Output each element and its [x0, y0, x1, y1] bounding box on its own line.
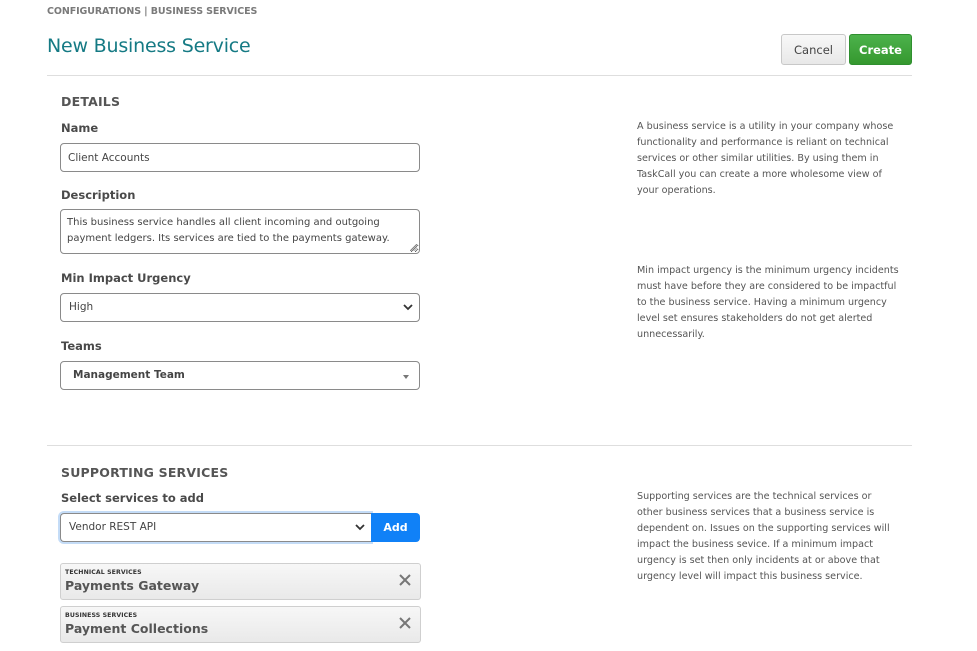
section-divider: [47, 445, 912, 446]
add-service-button[interactable]: Add: [371, 513, 420, 542]
chevron-down-icon: [403, 304, 413, 311]
name-label: Name: [61, 121, 99, 135]
close-icon[interactable]: [398, 573, 412, 587]
urgency-select[interactable]: High: [60, 293, 420, 322]
name-input-value: Client Accounts: [68, 151, 150, 164]
supporting-section-title: SUPPORTING SERVICES: [61, 465, 229, 480]
details-section-title: DETAILS: [61, 94, 121, 109]
description-label: Description: [61, 188, 136, 202]
teams-select[interactable]: Management Team: [60, 361, 420, 390]
create-button[interactable]: Create: [849, 34, 912, 65]
supporting-service-item: TECHNICAL SERVICES Payments Gateway: [60, 563, 421, 600]
chevron-down-icon: [355, 524, 365, 531]
business-service-help-text: A business service is a utility in your …: [637, 121, 894, 196]
urgency-select-value: High: [69, 301, 94, 313]
teams-label: Teams: [61, 339, 102, 353]
close-icon[interactable]: [398, 616, 412, 630]
service-name: Payment Collections: [65, 621, 209, 636]
supporting-service-item: BUSINESS SERVICES Payment Collections: [60, 606, 421, 643]
name-input[interactable]: Client Accounts: [60, 143, 420, 172]
service-type-label: BUSINESS SERVICES: [65, 612, 138, 619]
services-select[interactable]: Vendor REST API: [60, 513, 371, 542]
page-title: New Business Service: [47, 35, 251, 57]
resize-grip-icon[interactable]: [410, 244, 417, 251]
caret-down-icon: [403, 375, 409, 379]
service-name: Payments Gateway: [65, 578, 200, 593]
breadcrumb: CONFIGURATIONS | BUSINESS SERVICES: [47, 6, 258, 17]
service-type-label: TECHNICAL SERVICES: [65, 569, 142, 576]
urgency-help-text: Min impact urgency is the minimum urgenc…: [637, 265, 899, 340]
supporting-help-text: Supporting services are the technical se…: [637, 491, 890, 582]
urgency-label: Min Impact Urgency: [61, 271, 191, 285]
description-textarea[interactable]: This business service handles all client…: [60, 209, 420, 254]
services-select-value: Vendor REST API: [69, 521, 157, 533]
cancel-button[interactable]: Cancel: [781, 34, 846, 65]
select-services-label: Select services to add: [61, 491, 204, 505]
header-divider: [47, 75, 912, 76]
teams-select-value: Management Team: [73, 369, 185, 381]
description-value: This business service handles all client…: [67, 217, 390, 244]
